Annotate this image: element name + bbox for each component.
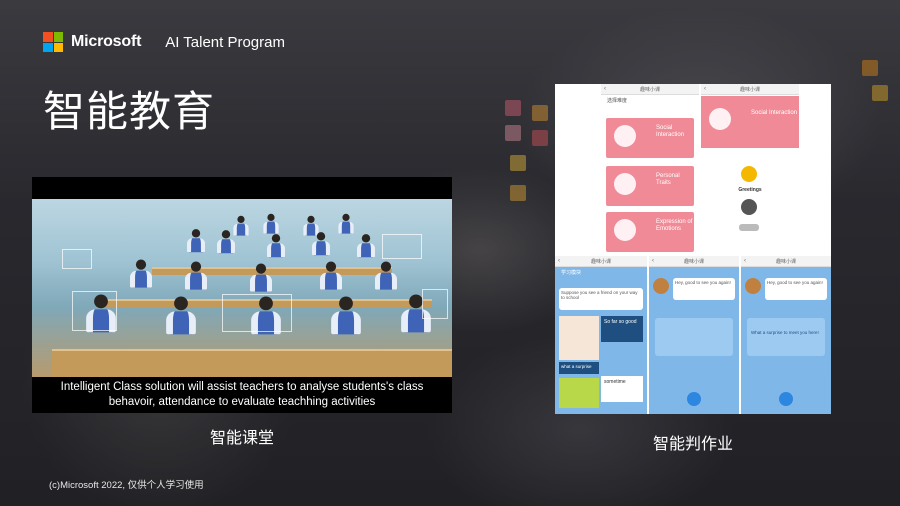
program-name: AI Talent Program [165, 33, 285, 51]
photo-tile [559, 316, 599, 360]
start-button[interactable] [739, 224, 759, 231]
app-screen: ‹ 趣味小课 Hey, good to see you again! [649, 256, 739, 414]
back-icon: ‹ [704, 86, 706, 92]
smart-classroom-label: 智能课堂 [209, 430, 274, 447]
student [216, 230, 236, 254]
student [165, 296, 197, 335]
student [338, 213, 355, 234]
detection-box [382, 234, 422, 259]
classroom-scene [32, 199, 452, 379]
chat-bubble: Hey, good to see you again! [765, 278, 827, 300]
student [266, 234, 286, 258]
topic-card[interactable]: Social Interaction [606, 118, 694, 158]
monkey-avatar [653, 278, 669, 294]
app-header: ‹ 趣味小课 [649, 256, 739, 267]
desk [52, 349, 452, 379]
app-subtitle: 学习模块 [561, 270, 582, 276]
app-header: ‹ 趣味小课 [741, 256, 831, 267]
topic-card[interactable]: Expression of Emotions [606, 212, 694, 252]
student [249, 263, 273, 293]
student [129, 259, 153, 289]
back-icon: ‹ [558, 258, 560, 264]
back-icon: ‹ [652, 258, 654, 264]
topic-card[interactable]: Personal Traits [606, 166, 694, 206]
options-panel: What a surprise to meet you here! [747, 318, 825, 356]
app-screen: ‹ 趣味小课 学习模块 Suppose you see a friend on y… [555, 256, 647, 414]
back-icon: ‹ [604, 86, 606, 92]
video-caption: Intelligent Class solution will assist t… [32, 377, 452, 413]
detection-box [222, 294, 292, 332]
student [311, 232, 331, 256]
emotion-icon [614, 219, 636, 241]
avatar-icon [741, 199, 757, 215]
handshake-icon [709, 108, 731, 130]
person-icon [614, 173, 636, 195]
detection-box [422, 289, 448, 319]
student [356, 234, 376, 258]
student [186, 229, 206, 253]
microsoft-grid-icon [43, 32, 63, 52]
back-icon: ‹ [744, 258, 746, 264]
homework-grading-image: ‹ 趣味小课 选择难度 Social Interaction Personal T… [555, 84, 831, 414]
app-screen: ‹ 趣味小课 Social Interaction Greetings [701, 84, 799, 254]
student [374, 261, 398, 291]
app-screen: ‹ 趣味小课 选择难度 Social Interaction Personal T… [601, 84, 699, 254]
app-screen: ‹ 趣味小课 Hey, good to see you again! What a… [741, 256, 831, 414]
student [184, 261, 208, 291]
greeting-badge [741, 166, 757, 182]
chat-bubble: Hey, good to see you again! [673, 278, 735, 300]
app-subtitle: 选择难度 [607, 98, 628, 104]
app-header: ‹ 趣味小课 [601, 84, 699, 95]
smart-classroom-image: Intelligent Class solution will assist t… [32, 177, 452, 413]
student [263, 213, 280, 234]
microphone-icon[interactable] [687, 392, 701, 406]
prompt-text: Suppose you see a friend on your way to … [559, 288, 643, 310]
handshake-icon [614, 125, 636, 147]
app-header: ‹ 趣味小课 [555, 256, 647, 267]
arrow-tile [559, 378, 599, 408]
microsoft-logo: Microsoft AI Talent Program [43, 32, 285, 52]
microphone-icon[interactable] [779, 392, 793, 406]
detection-box [62, 249, 92, 269]
answer-tile[interactable]: sometime [601, 376, 643, 402]
answer-tile[interactable]: what a surprise [559, 362, 599, 374]
options-panel [655, 318, 733, 356]
topic-card: Social Interaction [701, 96, 799, 148]
copyright-notice: (c)Microsoft 2022, 仅供个人学习使用 [49, 480, 204, 491]
greeting-word: Greetings [738, 187, 762, 193]
logo-text: Microsoft [71, 33, 142, 50]
app-header: ‹ 趣味小课 [701, 84, 799, 95]
slide-title: 智能教育 [43, 88, 216, 135]
detection-box [72, 291, 117, 331]
monkey-avatar [745, 278, 761, 294]
homework-grading-label: 智能判作业 [652, 436, 733, 453]
answer-tile[interactable]: So far so good [601, 316, 643, 342]
student [319, 261, 343, 291]
student [330, 296, 362, 335]
